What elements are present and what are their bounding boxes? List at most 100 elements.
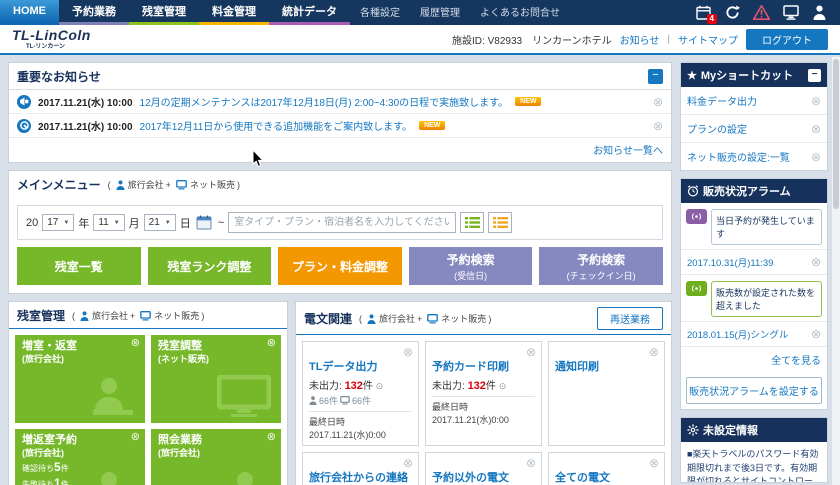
remaining-rooms-list-button[interactable]: 残室一覧 <box>17 247 141 285</box>
nav-home[interactable]: HOME <box>0 0 59 25</box>
header-sitemap-link[interactable]: サイトマップ <box>678 32 738 47</box>
notices-list-link[interactable]: お知らせ一覧へ <box>593 146 663 157</box>
tile-close-icon[interactable]: ⊗ <box>131 337 140 351</box>
card-title-link[interactable]: 予約カード印刷 <box>432 358 535 374</box>
alarm-message: 当日予約が発生しています <box>711 209 822 245</box>
nav-settings[interactable]: 各種設定 <box>350 0 410 25</box>
card-close-icon[interactable]: ⊗ <box>526 345 536 359</box>
room-management-panel: 残室管理 ( 旅行会社 + ネット販売 ) 増室・返室 (旅行会社) <box>8 301 288 485</box>
month-select[interactable]: 11▼ <box>93 214 124 231</box>
plan-rate-adjust-button[interactable]: プラン・料金調整 <box>278 247 402 285</box>
chevron-down-icon: ▼ <box>63 220 69 226</box>
tile-add-return-reservation[interactable]: 増返室予約 (旅行会社) 確認待ち5件 失敗待ち1件 ⊗ <box>15 429 145 485</box>
refresh-icon[interactable] <box>724 4 741 21</box>
tilde-separator: ~ <box>218 217 224 229</box>
nav-rates[interactable]: 料金管理 <box>199 0 269 25</box>
header-right: 施設ID: V82933 リンカーンホテル お知らせ | サイトマップ ログアウ… <box>452 29 828 50</box>
alarm-entry: 当日予約が発生しています <box>681 203 827 249</box>
card-close-icon[interactable]: ⊗ <box>403 345 413 359</box>
shortcut-remove-icon[interactable]: ⊗ <box>811 150 821 164</box>
telegram-cards: ⊗ TLデータ出力 未出力: 132件 ⊙ 66件 66件 最終日時 2017.… <box>296 335 671 485</box>
resend-task-button[interactable]: 再送業務 <box>597 307 663 330</box>
card-close-icon[interactable]: ⊗ <box>526 456 536 470</box>
card-all-telegrams: ⊗ 全ての電文 <box>548 452 665 485</box>
day-select[interactable]: 21▼ <box>144 214 176 231</box>
alert-icon[interactable] <box>753 4 770 21</box>
nav-history[interactable]: 履歴管理 <box>410 0 470 25</box>
star-icon: ★ <box>687 69 697 82</box>
net-sales-icon <box>427 314 438 324</box>
facility-id: 施設ID: V82933 リンカーンホテル <box>452 32 612 47</box>
shortcut-remove-icon[interactable]: ⊗ <box>811 122 821 136</box>
vertical-scrollbar[interactable] <box>832 57 840 485</box>
alarm-dismiss-icon[interactable]: ⊗ <box>811 327 821 341</box>
alarm-entry: 販売数が設定された数を超えました <box>681 275 827 321</box>
card-tl-data-output: ⊗ TLデータ出力 未出力: 132件 ⊙ 66件 66件 最終日時 2017.… <box>302 341 419 446</box>
nav-reservation[interactable]: 予約業務 <box>59 0 129 25</box>
tile-close-icon[interactable]: ⊗ <box>267 431 276 445</box>
alarm-settings-button[interactable]: 販売状況アラームを設定する <box>686 377 822 404</box>
logo-text: TL-LinColn <box>12 27 91 43</box>
card-title-link[interactable]: 通知印刷 <box>555 358 658 374</box>
bottom-row: 残室管理 ( 旅行会社 + ネット販売 ) 増室・返室 (旅行会社) <box>8 301 672 485</box>
refresh-small-icon[interactable]: ⊙ <box>499 381 507 391</box>
app-header: TL-LinColn TL-リンカーン 施設ID: V82933 リンカーンホテ… <box>0 25 840 55</box>
top-navigation: HOME 予約業務 残室管理 料金管理 統計データ 各種設定 履歴管理 よくある… <box>0 0 840 25</box>
notice-link[interactable]: 12月の定期メンテナンスは2017年12月18日(月) 2:00~4:30の日程… <box>140 94 509 109</box>
orange-list-icon[interactable] <box>488 212 512 233</box>
alarm-dismiss-icon[interactable]: ⊗ <box>811 255 821 269</box>
year-select[interactable]: 17▼ <box>42 214 74 231</box>
net-sales-icon <box>140 311 151 321</box>
card-title-link[interactable]: 旅行会社からの連絡 <box>309 469 412 485</box>
notice-dismiss-icon[interactable]: ⊗ <box>653 119 663 133</box>
main-menu-buttons: 残室一覧 残室ランク調整 プラン・料金調整 予約検索(受信日) 予約検索(チェッ… <box>9 247 671 293</box>
nav-room-inventory[interactable]: 残室管理 <box>129 0 199 25</box>
notice-dismiss-icon[interactable]: ⊗ <box>653 95 663 109</box>
monitor-icon[interactable] <box>782 4 799 21</box>
reservation-search-checkin-button[interactable]: 予約検索(チェックイン日) <box>539 247 663 285</box>
user-icon[interactable] <box>811 4 828 21</box>
notices-collapse-button[interactable]: − <box>648 69 663 84</box>
sidebar: ★ Myショートカット − 料金データ出力 ⊗ プランの設定 ⊗ ネット販売の設… <box>680 62 828 483</box>
room-rank-adjust-button[interactable]: 残室ランク調整 <box>148 247 272 285</box>
main-column: 重要なお知らせ − 2017.11.21(水) 10:00 12月の定期メンテナ… <box>8 62 672 483</box>
notice-link[interactable]: 2017年12月11日から使用できる追加機能をご案内致します。 <box>140 118 413 133</box>
alarm-view-all-link[interactable]: 全てを見る <box>771 356 821 367</box>
search-input[interactable] <box>228 212 456 233</box>
card-travel-agent-contact: ⊗ 旅行会社からの連絡 未処理: 10件 ⊙ <box>302 452 419 485</box>
card-title-link[interactable]: 全ての電文 <box>555 469 658 485</box>
notices-title: 重要なお知らせ <box>17 68 101 85</box>
travel-agent-icon <box>80 311 89 321</box>
nav-faq[interactable]: よくあるお問合せ <box>470 0 570 25</box>
net-sales-icon <box>340 396 350 405</box>
card-title-link[interactable]: 予約以外の電文 <box>432 469 535 485</box>
person-desk-icon <box>225 471 271 485</box>
reservation-search-received-button[interactable]: 予約検索(受信日) <box>409 247 533 285</box>
scrollbar-thumb[interactable] <box>833 59 839 209</box>
tile-close-icon[interactable]: ⊗ <box>267 337 276 351</box>
app-logo[interactable]: TL-LinColn TL-リンカーン <box>12 28 91 50</box>
header-notice-link[interactable]: お知らせ <box>620 32 660 47</box>
calendar-picker-icon[interactable] <box>195 214 214 231</box>
shortcut-item-rate-data: 料金データ出力 ⊗ <box>681 87 827 115</box>
card-title-link[interactable]: TLデータ出力 <box>309 358 412 374</box>
tile-close-icon[interactable]: ⊗ <box>131 431 140 445</box>
card-close-icon[interactable]: ⊗ <box>403 456 413 470</box>
logout-button[interactable]: ログアウト <box>746 29 828 50</box>
tile-room-adjust[interactable]: 残室調整 (ネット販売) ⊗ <box>151 335 281 423</box>
nav-statistics[interactable]: 統計データ <box>269 0 350 25</box>
card-close-icon[interactable]: ⊗ <box>649 345 659 359</box>
tile-inquiry-tasks[interactable]: 照会業務 (旅行会社) ⊗ <box>151 429 281 485</box>
shortcuts-collapse-button[interactable]: − <box>808 69 821 82</box>
card-close-icon[interactable]: ⊗ <box>649 456 659 470</box>
unset-info-item[interactable]: ■楽天トラベルのパスワード有効期限切れまで後3日です。有効期限が切れるとサイトコ… <box>681 442 827 483</box>
calendar-badge: 4 <box>707 14 717 24</box>
tile-add-return-rooms[interactable]: 増室・返室 (旅行会社) ⊗ <box>15 335 145 423</box>
shortcut-remove-icon[interactable]: ⊗ <box>811 94 821 108</box>
calendar-icon[interactable]: 4 <box>695 4 712 21</box>
refresh-small-icon[interactable]: ⊙ <box>376 381 384 391</box>
signal-icon <box>686 209 707 224</box>
day-label: 日 <box>180 215 191 231</box>
card-reservation-card-print: ⊗ 予約カード印刷 未出力: 132件 ⊙ 最終日時 2017.11.21(水)… <box>425 341 542 446</box>
green-list-icon[interactable] <box>460 212 484 233</box>
